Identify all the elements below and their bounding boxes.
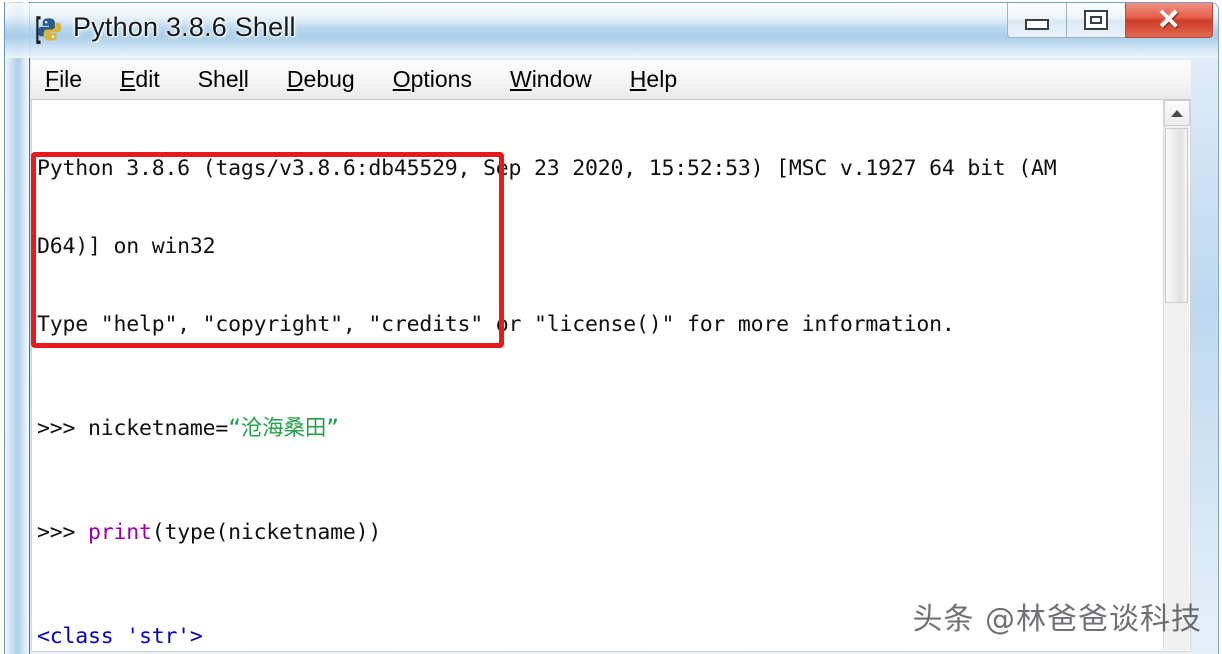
minimize-icon — [1025, 19, 1049, 30]
window-left-border — [4, 2, 30, 654]
vertical-scrollbar[interactable] — [1163, 100, 1190, 650]
menu-item-file[interactable]: File — [31, 66, 96, 93]
banner-line-2: D64)] on win32 — [37, 234, 216, 259]
menu-item-debug[interactable]: Debug — [273, 66, 369, 93]
menu-item-options[interactable]: Options — [379, 66, 486, 93]
shell-input-line-1: >>> nicketname=“沧海桑田” — [37, 416, 1057, 442]
python-logo-icon — [36, 16, 62, 44]
restore-icon — [1084, 10, 1108, 30]
shell-input-line-2: >>> print(type(nicketname)) — [37, 520, 1057, 546]
restore-button[interactable] — [1066, 3, 1125, 38]
python-shell-window: Python 3.8.6 Shell ✕ File Edit Shell Deb… — [0, 0, 1222, 654]
call-args-1: (type(nicketname)) — [151, 520, 382, 545]
close-icon: ✕ — [1157, 4, 1181, 35]
shell-output: Python 3.8.6 (tags/v3.8.6:db45529, Sep 2… — [37, 104, 1057, 651]
scroll-up-icon — [1171, 109, 1183, 117]
scroll-up-button[interactable] — [1164, 100, 1190, 126]
assignment-1: nicketname= — [87, 416, 229, 441]
window-controls: ✕ — [1007, 3, 1213, 41]
banner-line-1: Python 3.8.6 (tags/v3.8.6:db45529, Sep 2… — [37, 156, 1057, 181]
shell-text-area[interactable]: Python 3.8.6 (tags/v3.8.6:db45529, Sep 2… — [31, 100, 1191, 652]
minimize-button[interactable] — [1007, 3, 1066, 38]
banner-line-3: Type "help", "copyright", "credits" or "… — [37, 312, 955, 337]
window-title: Python 3.8.6 Shell — [73, 12, 296, 42]
shell-output-line-1: <class 'str'> — [37, 624, 203, 649]
builtin-print-1: print — [87, 520, 152, 545]
menu-item-window[interactable]: Window — [496, 66, 606, 93]
menu-bar: File Edit Shell Debug Options Window Hel… — [31, 60, 1191, 100]
menu-item-shell[interactable]: Shell — [184, 66, 263, 93]
title-bar: Python 3.8.6 Shell ✕ — [5, 3, 1218, 58]
prompt-1: >>> — [37, 416, 88, 441]
menu-item-edit[interactable]: Edit — [106, 66, 174, 93]
prompt-2: >>> — [37, 520, 88, 545]
scrollbar-thumb[interactable] — [1165, 128, 1188, 303]
watermark-text: 头条 @林爸爸谈科技 — [912, 602, 1202, 637]
menu-item-help[interactable]: Help — [616, 66, 691, 93]
close-button[interactable]: ✕ — [1125, 3, 1213, 38]
string-literal-1: “沧海桑田” — [228, 416, 339, 441]
